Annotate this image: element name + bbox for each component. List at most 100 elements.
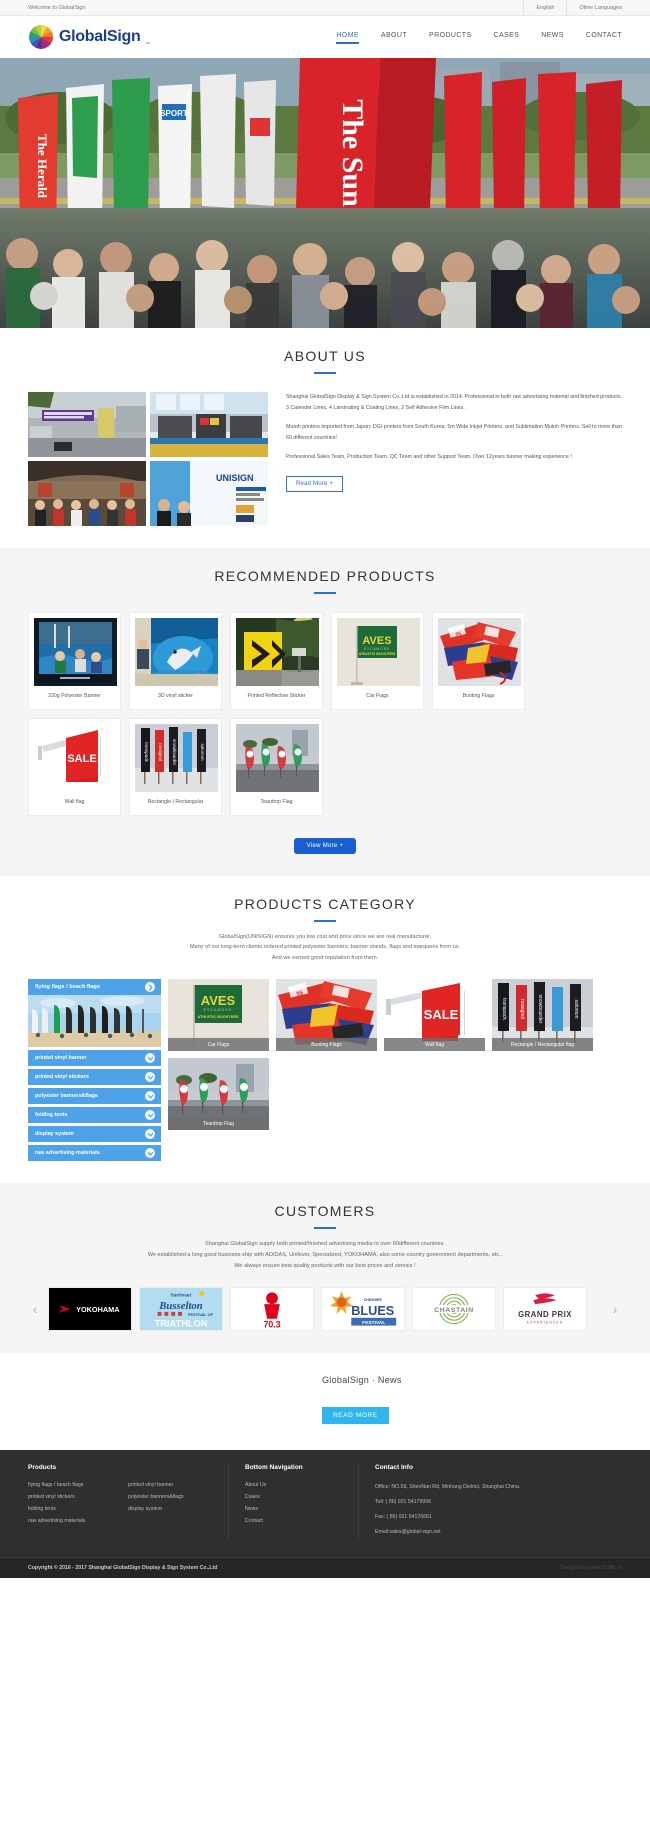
product-card[interactable]: 3D vinyl sticker bbox=[129, 612, 222, 710]
designed-by-text: Designed by:www.021ffp.cn bbox=[560, 1564, 622, 1571]
footer-link-display-system[interactable]: display system bbox=[128, 1504, 228, 1516]
chevron-left-icon[interactable]: ‹ bbox=[28, 1302, 42, 1316]
chevron-down-icon bbox=[145, 1072, 155, 1083]
customer-logo-chastain[interactable]: CHASTAIN bbox=[412, 1287, 496, 1332]
customer-logo-busselton-triathlon[interactable]: SunSmart Busselton FESTIVAL OF TRIATHLON bbox=[139, 1287, 223, 1332]
customer-logo-yokohama[interactable]: YOKOHAMA bbox=[48, 1287, 132, 1332]
copyright-bar: Copyright © 2016 - 2017 Shanghai GlobalS… bbox=[0, 1556, 650, 1578]
product-card[interactable]: Teardrop Flag bbox=[230, 717, 323, 816]
product-name: Teardrop Flag bbox=[260, 798, 293, 805]
news-title: GlobalSign · News bbox=[322, 1375, 402, 1386]
about-text-block: Shanghai GlobalSign Display & Sign Syste… bbox=[278, 392, 622, 526]
nav-item-cases[interactable]: CASES bbox=[494, 32, 520, 43]
category-card[interactable]: 95 Bunting Flags bbox=[276, 979, 377, 1052]
customers-subtitle: Shanghai GlobalSign supply both printed/… bbox=[28, 1239, 622, 1271]
language-other[interactable]: Other Languages bbox=[566, 0, 622, 16]
nav-item-products[interactable]: PRODUCTS bbox=[429, 32, 471, 43]
footer-link-polyester-banners-flags[interactable]: polyester banners&flags bbox=[128, 1492, 228, 1504]
category-card-grid: AVES SYCAMORE ATHLETIC BOOSTERS Car Flag… bbox=[168, 979, 622, 1161]
accordion-item-polyester-banners-flags[interactable]: polyester banners&flags bbox=[28, 1088, 161, 1105]
product-name: Bunting Flags bbox=[462, 693, 495, 699]
brand-logo[interactable]: GlobalSign ™ bbox=[28, 24, 149, 50]
svg-text:YOKOHAMA: YOKOHAMA bbox=[76, 1305, 120, 1314]
product-name: 3D vinyl sticker bbox=[158, 693, 193, 699]
category-card[interactable]: SALE Wall flag bbox=[384, 979, 485, 1052]
product-card[interactable]: transpack rossignol snowboarder salomon … bbox=[129, 717, 222, 816]
svg-text:CHASTAIN: CHASTAIN bbox=[434, 1307, 473, 1314]
nav-item-home[interactable]: HOME bbox=[336, 32, 359, 44]
accordion-item-label: display system bbox=[35, 1131, 74, 1138]
svg-text:EXPERIENCES: EXPERIENCES bbox=[527, 1321, 563, 1325]
svg-text:SALE: SALE bbox=[67, 753, 96, 765]
about-gallery: UNISIGN bbox=[28, 392, 268, 526]
trademark-symbol: ™ bbox=[145, 41, 150, 46]
footer-link-printed-vinyl-stickers[interactable]: printed vinyl stickers bbox=[28, 1492, 128, 1504]
copyright-text: Copyright © 2016 - 2017 Shanghai GlobalS… bbox=[28, 1564, 218, 1571]
category-card[interactable]: AVES SYCAMORE ATHLETIC BOOSTERS Car Flag… bbox=[168, 979, 269, 1052]
category-card[interactable]: Teardrop Flag bbox=[168, 1058, 269, 1131]
product-card[interactable]: AVES SYCAMORE ATHLETIC BOOSTERS Car Flag… bbox=[331, 612, 424, 710]
footer-link-about-us[interactable]: About Us bbox=[245, 1480, 358, 1492]
about-photo-team-group[interactable] bbox=[28, 461, 146, 526]
svg-text:snowboarder: snowboarder bbox=[537, 995, 543, 1024]
svg-text:salomon: salomon bbox=[200, 743, 205, 761]
svg-text:UNISIGN: UNISIGN bbox=[216, 473, 254, 483]
svg-text:transpack: transpack bbox=[144, 742, 149, 762]
product-card[interactable]: SALE Wall flag bbox=[28, 717, 121, 816]
chevron-right-icon[interactable]: › bbox=[608, 1302, 622, 1316]
svg-text:Busselton: Busselton bbox=[158, 1300, 203, 1312]
footer-navigation-column: Bottom Navigation About Us Cases News Co… bbox=[228, 1464, 358, 1541]
accordion-item-display-system[interactable]: display system bbox=[28, 1126, 161, 1143]
product-name: Wall flag bbox=[64, 798, 85, 805]
footer-link-printed-vinyl-banner[interactable]: printed vinyl banner bbox=[128, 1480, 228, 1492]
nav-item-about[interactable]: ABOUT bbox=[381, 32, 407, 43]
title-underline bbox=[314, 1227, 336, 1230]
accordion-item-raw-advertising-materials[interactable]: raw advertising materials bbox=[28, 1145, 161, 1162]
svg-text:70.3: 70.3 bbox=[263, 1320, 280, 1330]
product-name: Rectangle / Rectangular bbox=[147, 798, 204, 805]
view-more-button[interactable]: View More + bbox=[294, 837, 356, 854]
product-card[interactable]: 220g Polyester Banner bbox=[28, 612, 121, 710]
beach-flags-photo[interactable] bbox=[28, 995, 161, 1048]
category-card[interactable]: transpack rossignol snowboarder salomon … bbox=[492, 979, 593, 1052]
accordion-item-folding-tents[interactable]: folding tents bbox=[28, 1107, 161, 1124]
footer-contact-office: Office: NO.59, ShenNan Rd, Minhang Distr… bbox=[375, 1484, 521, 1491]
accordion-item-flying-flags[interactable]: flying flags / beach flags bbox=[28, 979, 161, 996]
customer-logo-blues-festival[interactable]: CHESHIRE BLUES FESTIVAL bbox=[321, 1287, 405, 1332]
dolphin-3d-sticker-photo bbox=[135, 618, 218, 686]
customer-logo-grand-prix[interactable]: GRAND PRIX EXPERIENCES bbox=[503, 1287, 587, 1332]
footer-link-news[interactable]: News bbox=[245, 1504, 358, 1516]
customer-logo-ironman-703[interactable]: 70.3 bbox=[230, 1287, 314, 1332]
bunting-flags-photo: 95 bbox=[438, 618, 521, 686]
footer-link-raw-advertising-materials[interactable]: raw advertising materials bbox=[28, 1516, 128, 1528]
accordion-head-label: flying flags / beach flags bbox=[35, 984, 100, 991]
customers-subtitle-line-1: Shanghai GlobalSign supply both printed/… bbox=[205, 1241, 445, 1248]
product-card[interactable]: 95 Bunting Flags bbox=[432, 612, 525, 710]
language-english[interactable]: English bbox=[523, 0, 566, 16]
news-read-more-button[interactable]: READ MORE bbox=[322, 1407, 389, 1425]
sale-wall-flag-photo: SALE bbox=[34, 723, 117, 792]
product-card[interactable]: Printed Reflective Sticker bbox=[230, 612, 323, 710]
about-photo-factory-entrance[interactable] bbox=[28, 392, 146, 457]
read-more-button[interactable]: Read More + bbox=[286, 475, 344, 492]
product-name: Printed Reflective Sticker bbox=[247, 693, 306, 699]
about-photo-printing-workshop[interactable] bbox=[150, 392, 268, 457]
footer-contact-email[interactable]: Email:sales@global-sign.net bbox=[375, 1525, 622, 1540]
nav-item-news[interactable]: NEWS bbox=[541, 32, 564, 43]
footer-link-cases[interactable]: Cases bbox=[245, 1492, 358, 1504]
product-name: Car Flags bbox=[366, 693, 389, 699]
footer-link-contact[interactable]: Contact bbox=[245, 1516, 358, 1528]
accordion-item-printed-vinyl-banner[interactable]: printed vinyl banner bbox=[28, 1050, 161, 1067]
category-card-label: Rectangle / Rectangular flag bbox=[492, 1038, 593, 1052]
utility-bar: Welcome to GlobalSign English Other Lang… bbox=[0, 0, 650, 16]
nav-item-contact[interactable]: CONTACT bbox=[586, 32, 622, 43]
rectangle-flags-photo: transpack rossignol snowboarder salomon bbox=[135, 723, 218, 792]
svg-text:ATHLETIC BOOSTERS: ATHLETIC BOOSTERS bbox=[359, 652, 396, 656]
footer-link-folding-tents[interactable]: folding tents bbox=[28, 1504, 128, 1516]
about-photo-unisign-booth[interactable]: UNISIGN bbox=[150, 461, 268, 526]
svg-text:SPORT: SPORT bbox=[160, 109, 188, 118]
footer-link-flying-flags[interactable]: flying flags / beach flags bbox=[28, 1480, 128, 1492]
accordion-item-printed-vinyl-stickers[interactable]: printed vinyl stickers bbox=[28, 1069, 161, 1086]
hero-banner-image[interactable]: The Sun The Herald SPORT bbox=[0, 58, 650, 328]
chevron-down-icon bbox=[145, 1110, 155, 1121]
